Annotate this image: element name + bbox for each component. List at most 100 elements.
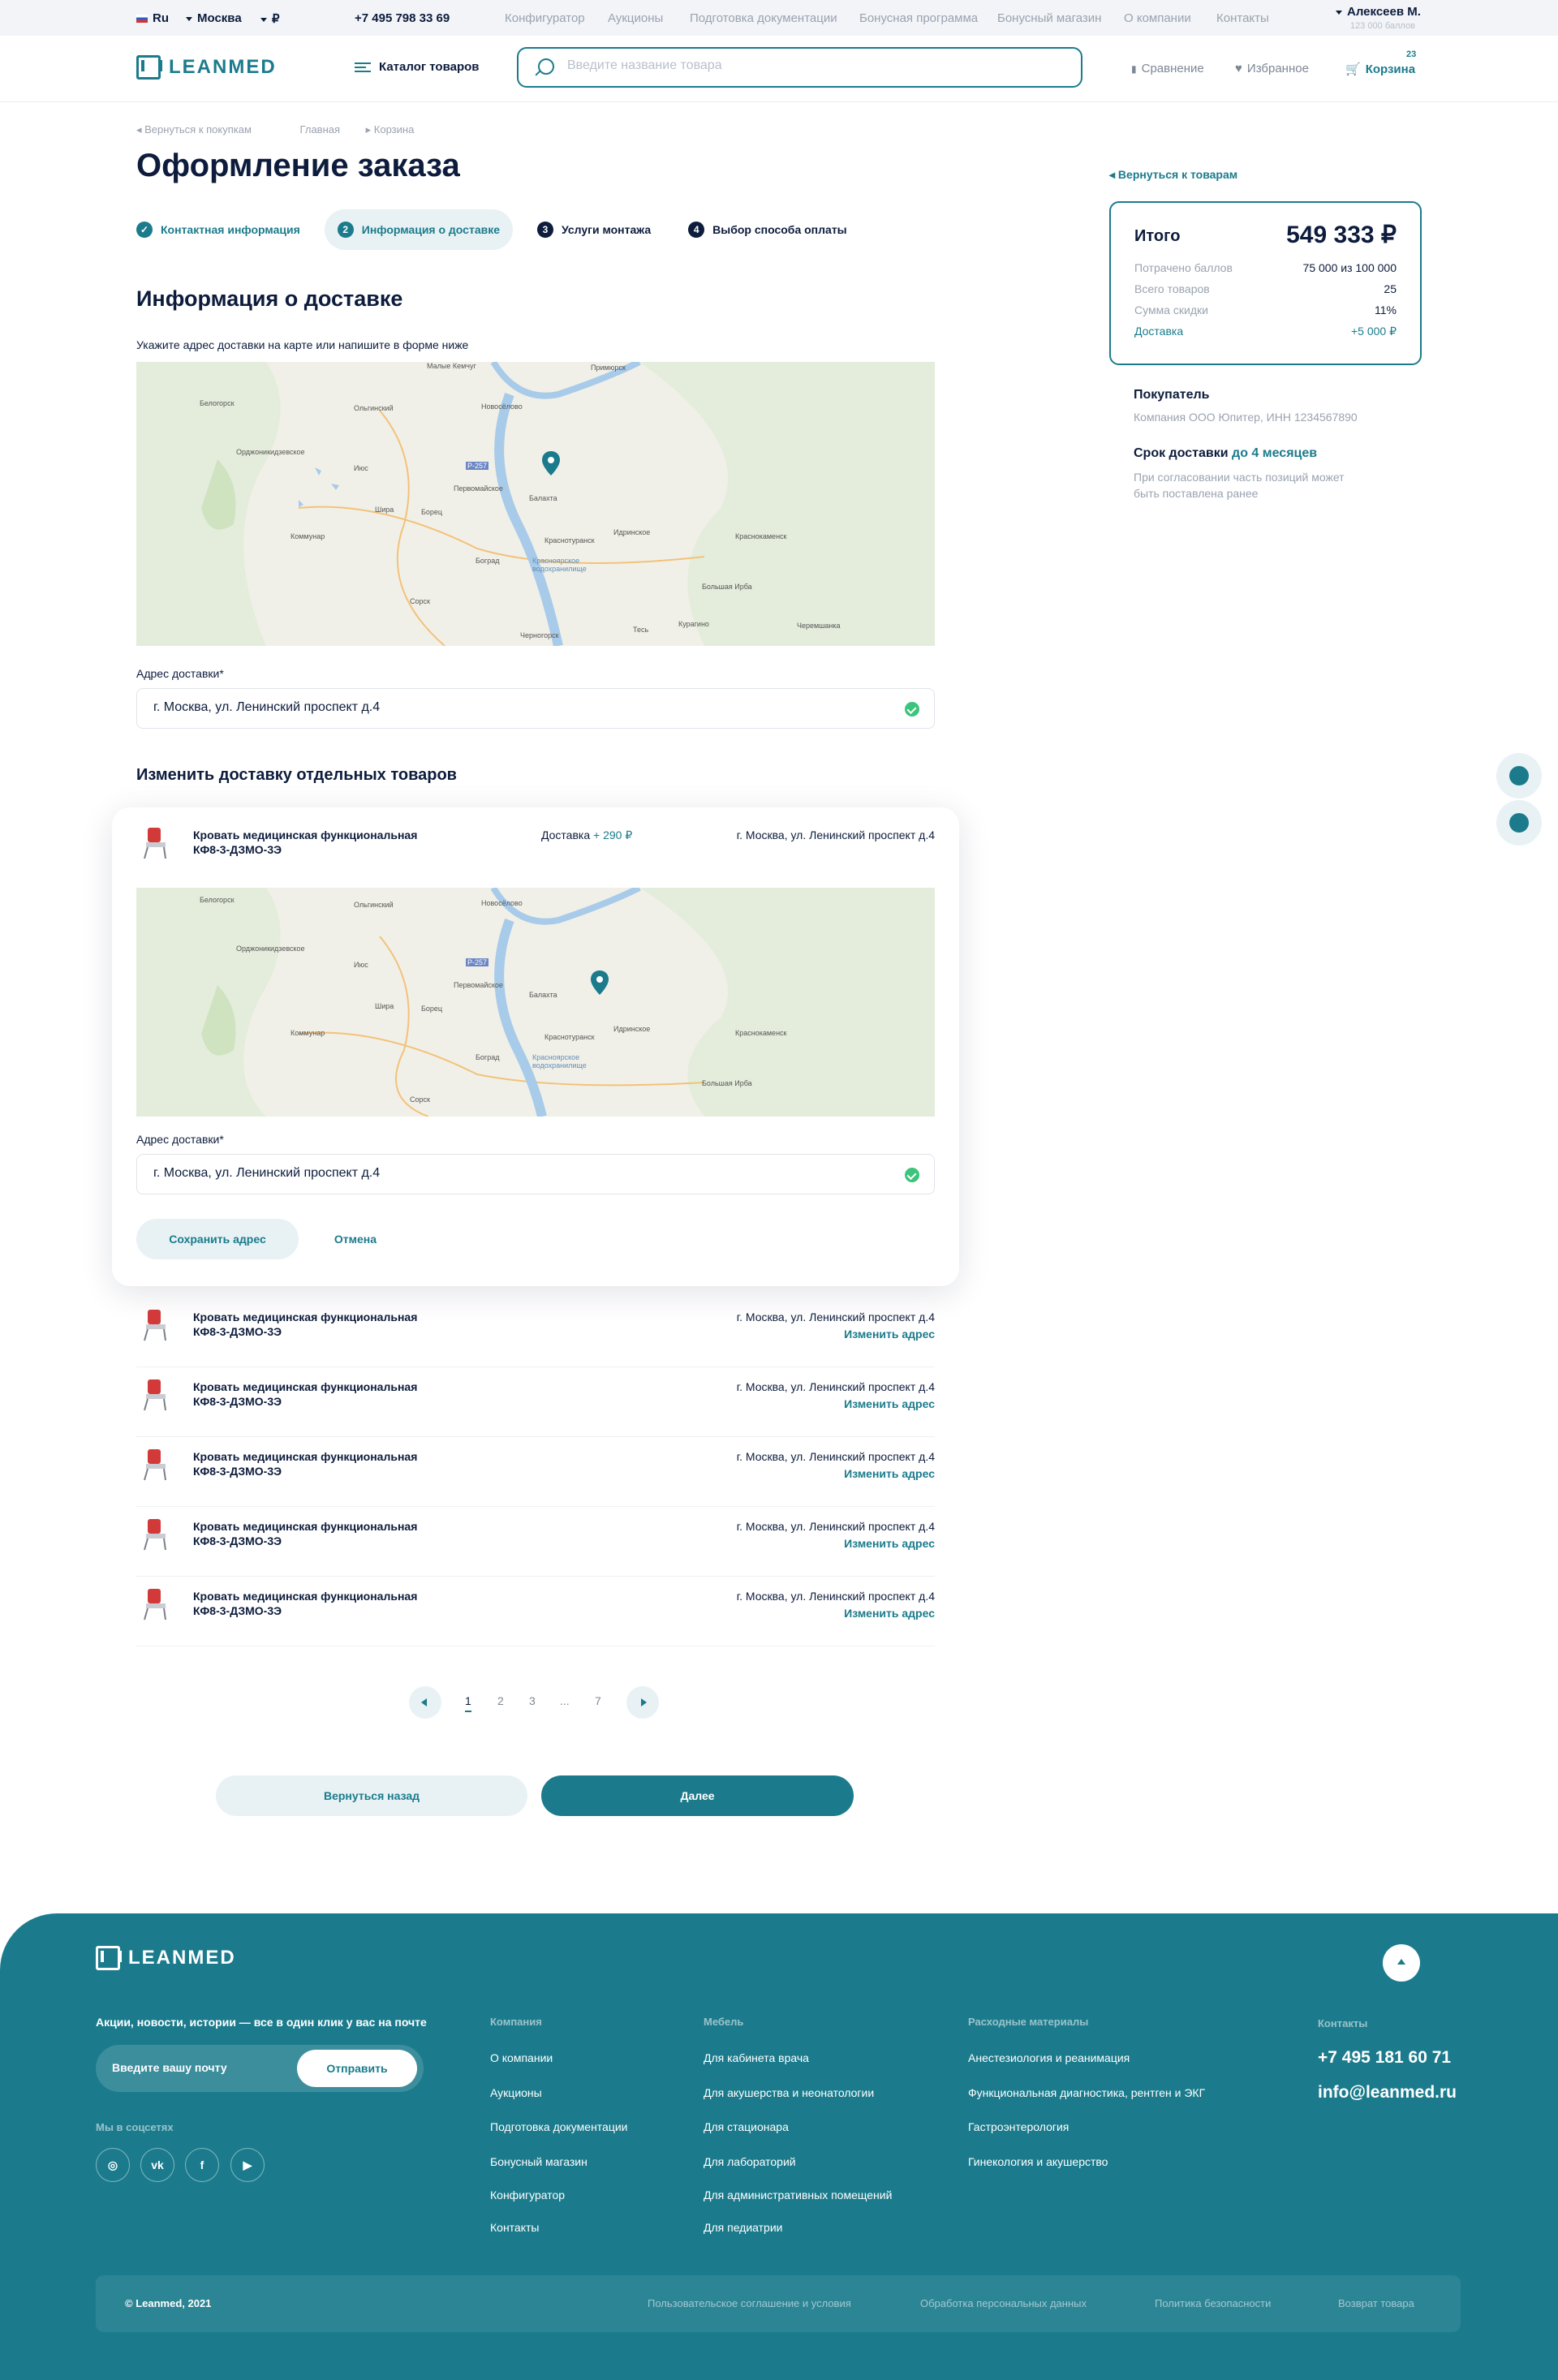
- summary-row-label: Сумма скидки: [1134, 303, 1208, 316]
- favorites-link[interactable]: ♥ Избранное: [1235, 62, 1309, 75]
- user-menu[interactable]: Алексеев М.: [1336, 5, 1421, 19]
- footer-link[interactable]: Контакты: [490, 2221, 539, 2234]
- top-link-bonus-shop[interactable]: Бонусный магазин: [997, 11, 1101, 25]
- next-button[interactable]: Далее: [541, 1775, 854, 1816]
- item-address-input[interactable]: [153, 1166, 867, 1181]
- search-input[interactable]: [567, 58, 1054, 73]
- step-delivery-info[interactable]: 2 Информация о доставке: [324, 209, 514, 250]
- prev-page-button[interactable]: [409, 1686, 441, 1719]
- chat-button[interactable]: [1496, 800, 1542, 846]
- footer-link[interactable]: Анестезиология и реанимация: [968, 2051, 1130, 2064]
- chevron-down-icon: [260, 17, 267, 22]
- step-contact-info[interactable]: ✓ Контактная информация: [136, 209, 313, 250]
- map-label: Краснокаменск: [735, 1029, 787, 1037]
- item-delivery-map[interactable]: Белогорск Ольгинский Новосёлово Орджоник…: [136, 888, 935, 1117]
- check-circle-icon: [905, 1168, 919, 1182]
- compare-link[interactable]: ▮ Сравнение: [1131, 62, 1204, 75]
- top-link-bonus-program[interactable]: Бонусная программа: [859, 11, 978, 25]
- product-name: Кровать медицинская функциональная КФ8-3-…: [193, 1380, 418, 1408]
- breadcrumb-cart[interactable]: ▸ Корзина: [366, 123, 437, 136]
- page-2[interactable]: 2: [497, 1694, 504, 1707]
- footer-link[interactable]: Гастроэнтерология: [968, 2120, 1069, 2133]
- logo[interactable]: LEANMED: [136, 55, 277, 80]
- currency-selector[interactable]: ₽: [260, 11, 280, 26]
- logo-mark-icon: [96, 1946, 122, 1970]
- change-address-link[interactable]: Изменить адрес: [844, 1467, 935, 1480]
- instagram-icon[interactable]: ◎: [96, 2148, 130, 2182]
- scroll-top-button[interactable]: [1383, 1944, 1420, 1982]
- footer-email[interactable]: info@leanmed.ru: [1318, 2083, 1457, 2102]
- divider: [136, 1436, 935, 1437]
- search-icon[interactable]: [538, 58, 554, 75]
- footer-link[interactable]: Для стационара: [704, 2120, 789, 2133]
- menu-icon: [355, 62, 371, 72]
- product-name: Кровать медицинская функциональная КФ8-3-…: [193, 1311, 418, 1338]
- footer-logo[interactable]: LEANMED: [96, 1946, 236, 1970]
- russia-flag-icon: [136, 15, 148, 24]
- language-selector[interactable]: Ru: [136, 11, 169, 25]
- map-terrain: [136, 888, 935, 1117]
- footer-link[interactable]: Для акушерства и неонатологии: [704, 2086, 874, 2099]
- footer-link[interactable]: Для лабораторий: [704, 2155, 796, 2168]
- map-label: Белогорск: [200, 399, 235, 407]
- footer-link[interactable]: О компании: [490, 2051, 553, 2064]
- page-7[interactable]: 7: [595, 1694, 601, 1707]
- save-address-button[interactable]: Сохранить адрес: [136, 1219, 299, 1259]
- map-label: Примюрск: [591, 364, 626, 372]
- top-link-contacts[interactable]: Контакты: [1216, 11, 1269, 25]
- footer-link[interactable]: Бонусный магазин: [490, 2155, 587, 2168]
- email-input[interactable]: [112, 2061, 291, 2074]
- footer-link[interactable]: Конфигуратор: [490, 2188, 565, 2201]
- cart-link[interactable]: 🛒 Корзина: [1345, 62, 1415, 77]
- top-link-configurator[interactable]: Конфигуратор: [505, 11, 585, 25]
- back-button[interactable]: Вернуться назад: [216, 1775, 527, 1816]
- footer-link[interactable]: Подготовка документации: [490, 2120, 628, 2133]
- footer-link[interactable]: Функциональная диагностика, рентген и ЭК…: [968, 2086, 1205, 2099]
- footer-link[interactable]: Для кабинета врача: [704, 2051, 809, 2064]
- next-page-button[interactable]: [626, 1686, 659, 1719]
- breadcrumb-home[interactable]: Главная: [300, 123, 340, 136]
- legal-link[interactable]: Обработка персональных данных: [920, 2297, 1087, 2309]
- cancel-button[interactable]: Отмена: [307, 1219, 404, 1259]
- page-title: Оформление заказа: [136, 148, 460, 183]
- footer-link[interactable]: Гинекология и акушерство: [968, 2155, 1108, 2168]
- footer-link[interactable]: Аукционы: [490, 2086, 542, 2099]
- road-sign: Р-257: [466, 462, 489, 470]
- top-link-documentation[interactable]: Подготовка документации: [690, 11, 837, 25]
- change-address-link[interactable]: Изменить адрес: [844, 1537, 935, 1550]
- delivery-term: Срок доставки до 4 месяцев: [1134, 446, 1318, 460]
- vk-icon[interactable]: vk: [140, 2148, 174, 2182]
- youtube-icon[interactable]: ▶: [230, 2148, 265, 2182]
- call-button[interactable]: [1496, 753, 1542, 798]
- footer-link[interactable]: Для административных помещений: [704, 2188, 892, 2201]
- back-to-goods-link[interactable]: ◂ Вернуться к товарам: [1109, 168, 1237, 182]
- footer-phone[interactable]: +7 495 181 60 71: [1318, 2048, 1451, 2068]
- step-installation[interactable]: 3 Услуги монтажа: [524, 209, 664, 250]
- legal-link[interactable]: Политика безопасности: [1155, 2297, 1271, 2309]
- city-selector[interactable]: Москва: [186, 11, 242, 25]
- legal-link[interactable]: Пользовательское соглашение и условия: [648, 2297, 851, 2309]
- footer-col-title: Мебель: [704, 2016, 744, 2028]
- footer-link[interactable]: Для педиатрии: [704, 2221, 783, 2234]
- top-phone[interactable]: +7 495 798 33 69: [355, 11, 450, 25]
- breadcrumb-back[interactable]: ◂ Вернуться к покупкам: [136, 123, 274, 136]
- address-input[interactable]: [153, 700, 867, 715]
- page-3[interactable]: 3: [529, 1694, 536, 1707]
- map-label: Балахта: [529, 991, 557, 999]
- map-label: Орджоникидзевское: [236, 945, 305, 953]
- step-payment[interactable]: 4 Выбор способа оплаты: [675, 209, 859, 250]
- summary-row-label: Потрачено баллов: [1134, 261, 1233, 274]
- facebook-icon[interactable]: f: [185, 2148, 219, 2182]
- change-address-link[interactable]: Изменить адрес: [844, 1397, 935, 1410]
- legal-link[interactable]: Возврат товара: [1338, 2297, 1414, 2309]
- change-address-link[interactable]: Изменить адрес: [844, 1328, 935, 1341]
- change-address-link[interactable]: Изменить адрес: [844, 1607, 935, 1620]
- catalog-button[interactable]: Каталог товаров: [355, 60, 480, 74]
- delivery-map[interactable]: Белогорск Ольгинский Новосёлово Примюрск…: [136, 362, 935, 646]
- map-pin-icon[interactable]: [591, 971, 609, 995]
- map-pin-icon[interactable]: [542, 451, 560, 476]
- subscribe-button[interactable]: Отправить: [297, 2050, 417, 2087]
- top-link-auctions[interactable]: Аукционы: [608, 11, 663, 25]
- top-link-about[interactable]: О компании: [1124, 11, 1191, 25]
- page-1[interactable]: 1: [465, 1694, 471, 1712]
